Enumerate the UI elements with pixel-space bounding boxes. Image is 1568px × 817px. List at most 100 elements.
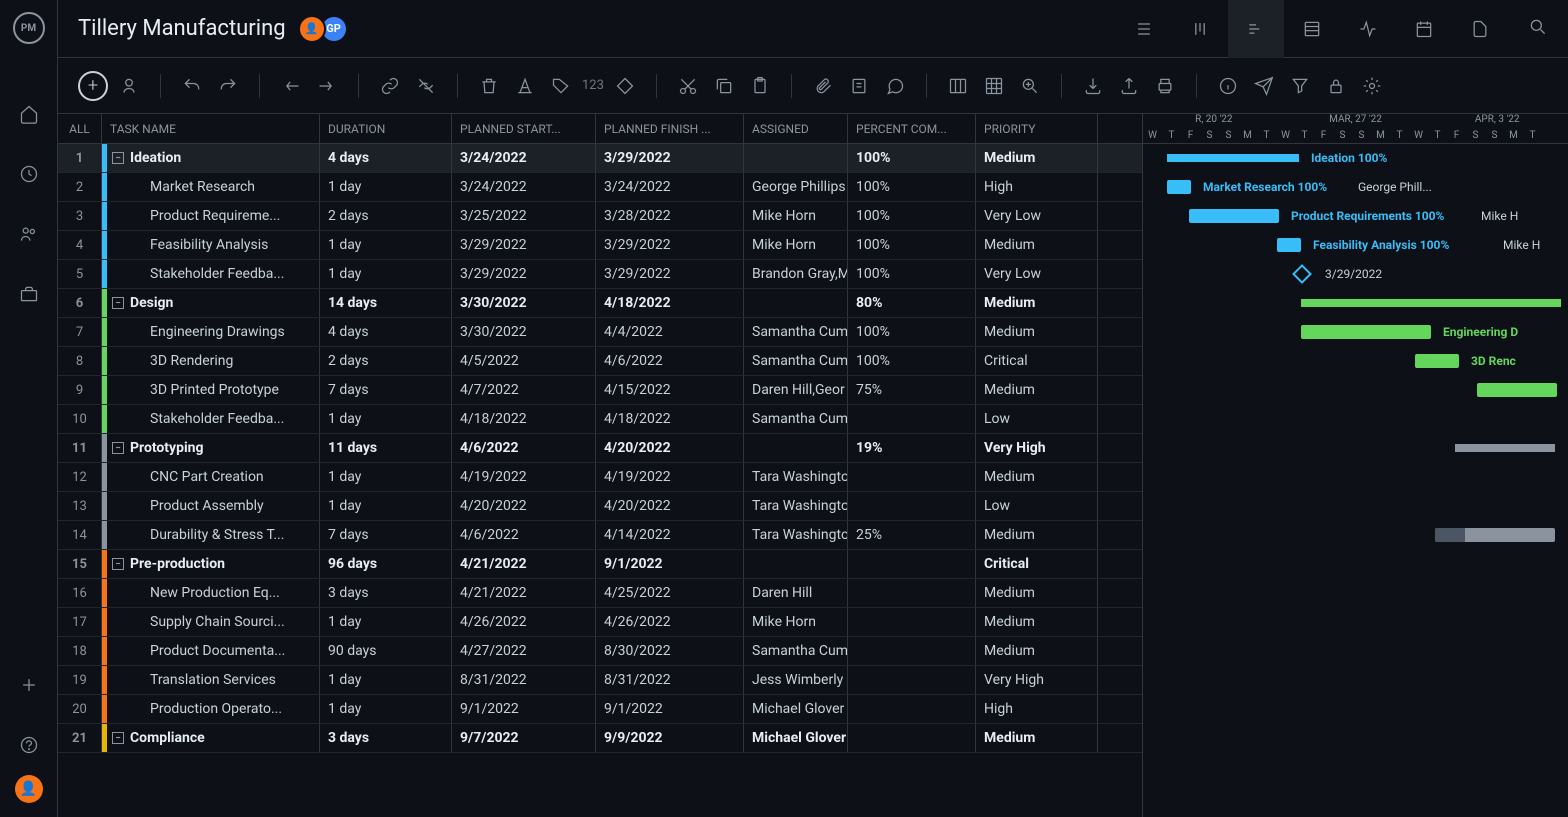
grid-body[interactable]: 1−Ideation4 days3/24/20223/29/2022100%Me…: [58, 144, 1142, 817]
gantt-row[interactable]: [1143, 695, 1568, 724]
add-icon[interactable]: [17, 673, 41, 697]
board-view-icon[interactable]: [1172, 0, 1228, 58]
send-icon[interactable]: [1249, 71, 1279, 101]
col-finish[interactable]: PLANNED FINISH ...: [596, 114, 744, 143]
clock-icon[interactable]: [17, 162, 41, 186]
priority-cell[interactable]: Very High: [976, 666, 1098, 694]
task-row[interactable]: 7Engineering Drawings4 days3/30/20224/4/…: [58, 318, 1142, 347]
finish-cell[interactable]: 8/31/2022: [596, 666, 744, 694]
priority-cell[interactable]: Very Low: [976, 260, 1098, 288]
gantt-row[interactable]: [1143, 666, 1568, 695]
duration-cell[interactable]: 14 days: [320, 289, 452, 317]
percent-cell[interactable]: [848, 405, 976, 433]
gantt-summary-bar[interactable]: [1167, 154, 1299, 162]
delete-icon[interactable]: [474, 71, 504, 101]
priority-cell[interactable]: Medium: [976, 318, 1098, 346]
col-all[interactable]: ALL: [58, 114, 102, 143]
percent-cell[interactable]: 100%: [848, 231, 976, 259]
duration-cell[interactable]: 1 day: [320, 231, 452, 259]
percent-cell[interactable]: [848, 463, 976, 491]
task-name-cell[interactable]: −Pre-production: [102, 550, 320, 578]
zoom-icon[interactable]: [1015, 71, 1045, 101]
start-cell[interactable]: 4/27/2022: [452, 637, 596, 665]
app-logo[interactable]: PM: [13, 12, 45, 44]
priority-cell[interactable]: Medium: [976, 144, 1098, 172]
duration-cell[interactable]: 2 days: [320, 347, 452, 375]
assigned-cell[interactable]: Mike Horn: [744, 608, 848, 636]
finish-cell[interactable]: 9/1/2022: [596, 695, 744, 723]
task-row[interactable]: 13Product Assembly1 day4/20/20224/20/202…: [58, 492, 1142, 521]
percent-cell[interactable]: [848, 579, 976, 607]
indent-icon[interactable]: [312, 71, 342, 101]
help-icon[interactable]: [17, 733, 41, 757]
task-row[interactable]: 11−Prototyping11 days4/6/20224/20/202219…: [58, 434, 1142, 463]
task-row[interactable]: 19Translation Services1 day8/31/20228/31…: [58, 666, 1142, 695]
finish-cell[interactable]: 3/24/2022: [596, 173, 744, 201]
search-icon[interactable]: [1528, 17, 1548, 41]
gantt-row[interactable]: [1143, 289, 1568, 318]
cut-icon[interactable]: [673, 71, 703, 101]
link-icon[interactable]: [375, 71, 405, 101]
gantt-view-icon[interactable]: [1228, 0, 1284, 58]
percent-cell[interactable]: [848, 637, 976, 665]
gantt-summary-bar[interactable]: [1301, 299, 1561, 307]
task-row[interactable]: 14Durability & Stress T...7 days4/6/2022…: [58, 521, 1142, 550]
assigned-cell[interactable]: Samantha Cum: [744, 405, 848, 433]
col-duration[interactable]: DURATION: [320, 114, 452, 143]
priority-cell[interactable]: Medium: [976, 637, 1098, 665]
expand-icon[interactable]: −: [112, 442, 124, 454]
start-cell[interactable]: 9/1/2022: [452, 695, 596, 723]
start-cell[interactable]: 3/24/2022: [452, 173, 596, 201]
priority-cell[interactable]: Critical: [976, 550, 1098, 578]
finish-cell[interactable]: 9/9/2022: [596, 724, 744, 752]
expand-icon[interactable]: −: [112, 152, 124, 164]
priority-cell[interactable]: High: [976, 695, 1098, 723]
duration-cell[interactable]: 1 day: [320, 405, 452, 433]
paste-icon[interactable]: [745, 71, 775, 101]
gantt-row[interactable]: [1143, 376, 1568, 405]
task-row[interactable]: 17Supply Chain Sourci...1 day4/26/20224/…: [58, 608, 1142, 637]
start-cell[interactable]: 3/29/2022: [452, 260, 596, 288]
copy-icon[interactable]: [709, 71, 739, 101]
priority-cell[interactable]: Medium: [976, 521, 1098, 549]
finish-cell[interactable]: 4/25/2022: [596, 579, 744, 607]
percent-cell[interactable]: 75%: [848, 376, 976, 404]
list-view-icon[interactable]: [1116, 0, 1172, 58]
gantt-row[interactable]: [1143, 521, 1568, 550]
task-name-cell[interactable]: Translation Services: [102, 666, 320, 694]
duration-cell[interactable]: 3 days: [320, 579, 452, 607]
gantt-row[interactable]: [1143, 434, 1568, 463]
task-row[interactable]: 10Stakeholder Feedba...1 day4/18/20224/1…: [58, 405, 1142, 434]
finish-cell[interactable]: 4/14/2022: [596, 521, 744, 549]
font-icon[interactable]: [510, 71, 540, 101]
gantt-task-bar[interactable]: [1167, 180, 1191, 194]
task-name-cell[interactable]: Production Operato...: [102, 695, 320, 723]
start-cell[interactable]: 3/24/2022: [452, 144, 596, 172]
col-assigned[interactable]: ASSIGNED: [744, 114, 848, 143]
finish-cell[interactable]: 4/4/2022: [596, 318, 744, 346]
start-cell[interactable]: 4/21/2022: [452, 579, 596, 607]
calendar-view-icon[interactable]: [1396, 0, 1452, 58]
task-name-cell[interactable]: New Production Eq...: [102, 579, 320, 607]
start-cell[interactable]: 4/18/2022: [452, 405, 596, 433]
percent-cell[interactable]: 19%: [848, 434, 976, 462]
start-cell[interactable]: 4/5/2022: [452, 347, 596, 375]
priority-cell[interactable]: Medium: [976, 608, 1098, 636]
add-task-button[interactable]: +: [78, 71, 108, 101]
assigned-cell[interactable]: [744, 289, 848, 317]
assigned-cell[interactable]: Samantha Cum: [744, 318, 848, 346]
task-name-cell[interactable]: −Prototyping: [102, 434, 320, 462]
avatar-1[interactable]: 👤: [298, 15, 326, 43]
start-cell[interactable]: 4/6/2022: [452, 434, 596, 462]
percent-cell[interactable]: [848, 695, 976, 723]
task-row[interactable]: 3Product Requireme...2 days3/25/20223/28…: [58, 202, 1142, 231]
priority-cell[interactable]: Low: [976, 405, 1098, 433]
duration-cell[interactable]: 1 day: [320, 492, 452, 520]
undo-icon[interactable]: [177, 71, 207, 101]
start-cell[interactable]: 4/6/2022: [452, 521, 596, 549]
task-name-cell[interactable]: Stakeholder Feedba...: [102, 260, 320, 288]
assigned-cell[interactable]: [744, 434, 848, 462]
assigned-cell[interactable]: Samantha Cum: [744, 347, 848, 375]
assigned-cell[interactable]: George Phillips: [744, 173, 848, 201]
task-name-cell[interactable]: Supply Chain Sourci...: [102, 608, 320, 636]
